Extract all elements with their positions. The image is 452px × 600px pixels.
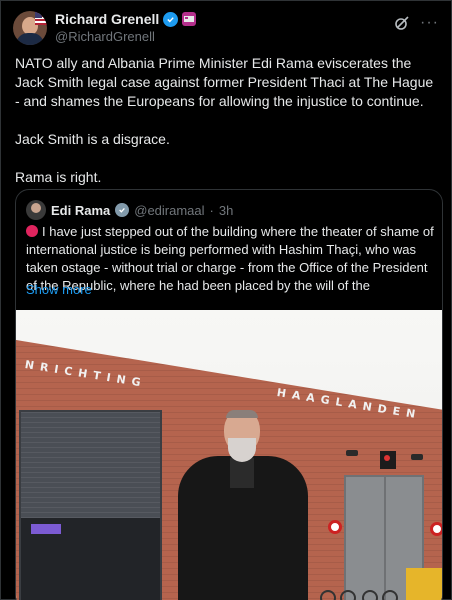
- author-name[interactable]: Richard Grenell: [55, 11, 159, 27]
- quoted-timestamp[interactable]: 3h: [219, 203, 233, 218]
- garage-door: [19, 410, 162, 600]
- quoted-author-avatar[interactable]: [26, 200, 46, 220]
- show-more-label[interactable]: Show more: [26, 282, 92, 297]
- author-handle[interactable]: @RichardGrenell: [55, 29, 196, 44]
- author-info: Richard Grenell @RichardGrenell: [55, 11, 197, 44]
- man-in-black-coat: [176, 410, 316, 600]
- tweet-paragraph: Jack Smith is a disgrace.: [15, 131, 170, 147]
- traffic-light: [380, 451, 396, 469]
- verified-badge-icon: [163, 11, 179, 27]
- quoted-tweet-photo[interactable]: NRICHTING HAAGLANDEN: [16, 310, 442, 600]
- quoted-author-handle[interactable]: @ediramaal: [134, 203, 204, 218]
- bicycles: [316, 580, 406, 600]
- more-options-icon[interactable]: ···: [420, 15, 439, 31]
- show-more-link[interactable]: Show more: [26, 282, 92, 297]
- author-avatar[interactable]: [13, 11, 47, 45]
- government-badge-icon: [115, 203, 130, 217]
- quoted-tweet-header: Edi Rama @ediramaal · 3h: [26, 200, 233, 220]
- yellow-barrier: [406, 568, 442, 600]
- tweet-paragraph: Rama is right.: [15, 169, 102, 185]
- quoted-author-name[interactable]: Edi Rama: [51, 203, 110, 218]
- grok-icon[interactable]: [394, 15, 410, 31]
- affiliate-badge-icon[interactable]: [182, 12, 197, 26]
- tweet-paragraph: NATO ally and Albania Prime Minister Edi…: [15, 55, 434, 109]
- no-entry-sign: [328, 520, 342, 534]
- tweet-text: NATO ally and Albania Prime Minister Edi…: [15, 54, 441, 206]
- header-actions: ···: [394, 15, 439, 31]
- no-entry-sign: [430, 522, 442, 536]
- separator-dot: ·: [209, 202, 214, 218]
- red-circle-icon: [26, 225, 38, 237]
- tweet-card: Richard Grenell @RichardGrenell ··· NATO…: [0, 0, 452, 600]
- tweet-header: Richard Grenell @RichardGrenell ···: [13, 9, 439, 49]
- quoted-tweet[interactable]: Edi Rama @ediramaal · 3h I have just ste…: [15, 189, 443, 600]
